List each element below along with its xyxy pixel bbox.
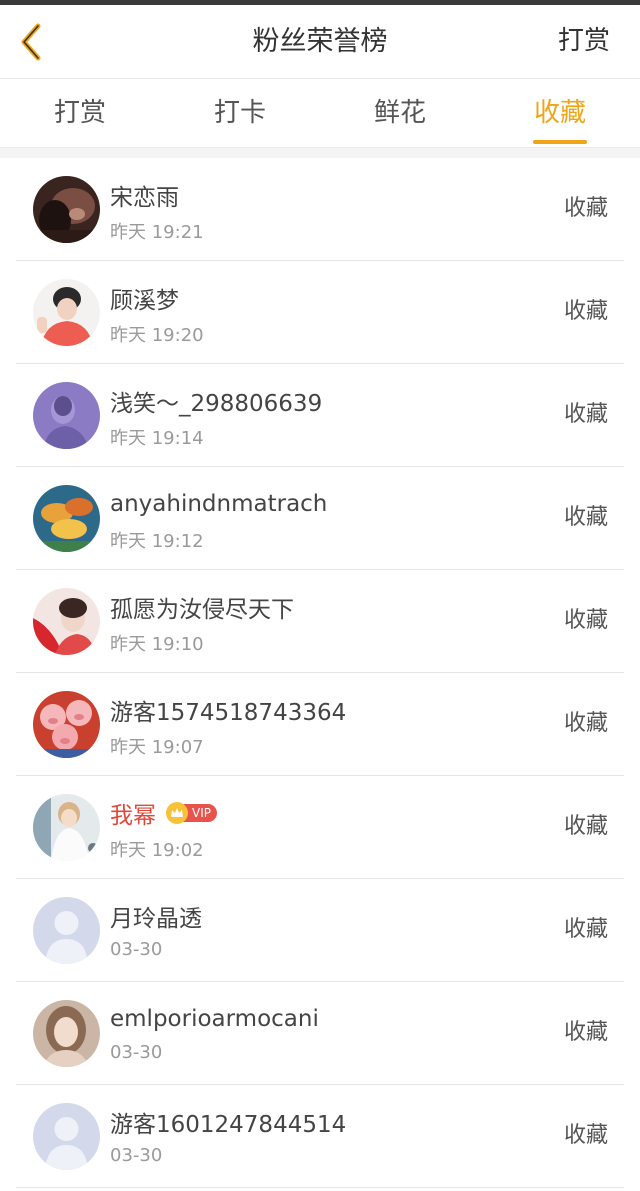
user-name: 宋恋雨 [110,185,179,211]
active-tab-indicator [533,140,587,144]
avatar [33,279,100,346]
user-name: 顾溪梦 [110,288,179,314]
avatar-photo-person-icon [33,279,100,346]
avatar-photo-fish-icon [33,485,100,552]
reward-button[interactable]: 打赏 [558,5,610,78]
avatar-photo-dark-icon [33,176,100,243]
name-line: emlporioarmocani [110,1002,319,1036]
user-name: 游客1574518743364 [110,700,347,726]
user-name: 月玲晶透 [110,906,202,932]
list-item[interactable]: 游客1574518743364 昨天 19:07 收藏 [16,673,624,776]
timestamp: 昨天 19:14 [110,428,204,449]
avatar-photo-purple-icon [33,382,100,449]
action-label: 收藏 [563,711,608,736]
tab-label: 打卡 [213,98,266,128]
name-line: 顾溪梦 [110,281,179,315]
vip-badge: VIP [166,802,217,824]
name-line: 游客1601247844514 [110,1105,346,1139]
avatar-photo-pigs-icon [33,691,100,758]
action-label: 收藏 [563,1123,608,1148]
action-label: 收藏 [563,299,608,324]
avatar [33,176,100,243]
page-title: 粉丝荣誉榜 [252,26,388,57]
list-item[interactable]: 浅笑～_298806639 昨天 19:14 收藏 [16,364,624,467]
avatar [33,897,100,964]
header-bar: 粉丝荣誉榜 打赏 [0,5,640,78]
avatar [33,382,100,449]
avatar-photo-white-icon [33,794,100,861]
action-label: 收藏 [563,402,608,427]
crown-icon [166,802,188,824]
list-item[interactable]: anyahindnmatrach 昨天 19:12 收藏 [16,467,624,570]
name-line: anyahindnmatrach [110,487,327,521]
user-name: anyahindnmatrach [110,491,328,517]
tab-label: 收藏 [533,98,586,128]
avatar [33,1103,100,1170]
list-item[interactable]: 游客1601247844514 03-30 收藏 [16,1085,624,1188]
default-avatar-icon [33,897,100,964]
user-name: 孤愿为汝侵尽天下 [110,597,294,623]
tab-flowers[interactable]: 鲜花 [320,79,480,147]
list-item[interactable]: 顾溪梦 昨天 19:20 收藏 [16,261,624,364]
list-item[interactable]: 我幂 VIP 昨天 19:02 收藏 [16,776,624,879]
action-label: 收藏 [563,814,608,839]
timestamp: 昨天 19:20 [110,325,204,346]
timestamp: 03-30 [110,1042,163,1063]
avatar [33,1000,100,1067]
name-line: 浅笑～_298806639 [110,384,322,418]
user-name: 浅笑～_298806639 [110,391,323,417]
action-label: 收藏 [563,608,608,633]
user-name: emlporioarmocani [110,1006,319,1032]
avatar [33,588,100,655]
timestamp: 昨天 19:21 [110,222,204,243]
name-line: 宋恋雨 [110,178,179,212]
default-avatar-icon [33,1103,100,1170]
action-label: 收藏 [563,1020,608,1045]
tab-favorites[interactable]: 收藏 [480,79,640,147]
timestamp: 昨天 19:10 [110,634,204,655]
timestamp: 03-30 [110,1145,163,1166]
name-line: 我幂 VIP [110,796,217,830]
list-item[interactable]: emlporioarmocani 03-30 收藏 [16,982,624,1085]
avatar [33,691,100,758]
name-line: 孤愿为汝侵尽天下 [110,590,294,624]
user-name: 我幂 [110,803,156,829]
fan-list: 宋恋雨 昨天 19:21 收藏 顾溪梦 昨天 19:20 收藏 浅笑～_2988… [16,158,624,1188]
action-label: 收藏 [563,505,608,530]
avatar-photo-red-icon [33,588,100,655]
timestamp: 昨天 19:07 [110,737,204,758]
avatar [33,794,100,861]
user-name: 游客1601247844514 [110,1112,347,1138]
list-item[interactable]: 孤愿为汝侵尽天下 昨天 19:10 收藏 [16,570,624,673]
tab-reward[interactable]: 打赏 [0,79,160,147]
tab-checkin[interactable]: 打卡 [160,79,320,147]
timestamp: 昨天 19:02 [110,840,204,861]
tabs-divider [0,147,640,158]
tab-label: 鲜花 [373,98,426,128]
tab-label: 打赏 [53,98,106,128]
list-item[interactable]: 宋恋雨 昨天 19:21 收藏 [16,158,624,261]
list-item[interactable]: 月玲晶透 03-30 收藏 [16,879,624,982]
timestamp: 昨天 19:12 [110,531,204,552]
avatar-photo-girl-icon [33,1000,100,1067]
name-line: 游客1574518743364 [110,693,346,727]
avatar [33,485,100,552]
name-line: 月玲晶透 [110,899,202,933]
action-label: 收藏 [563,196,608,221]
timestamp: 03-30 [110,939,163,960]
action-label: 收藏 [563,917,608,942]
tab-bar: 打赏 打卡 鲜花 收藏 [0,79,640,147]
